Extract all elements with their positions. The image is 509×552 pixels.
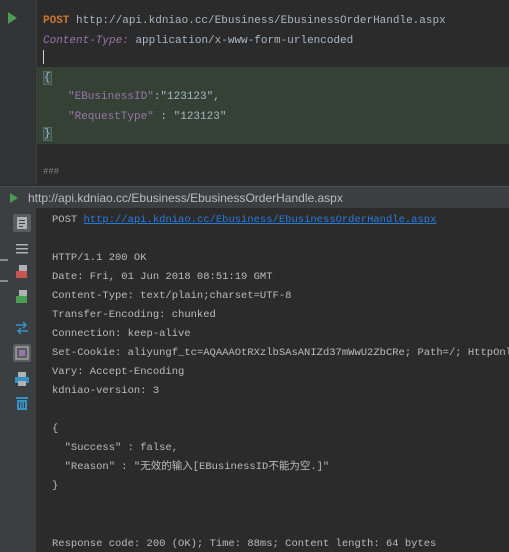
json-open-brace: { <box>43 71 52 85</box>
response-body-success: "Success" : false, <box>52 442 179 454</box>
request-line[interactable]: POST http://api.kdniao.cc/Ebusiness/Ebus… <box>43 14 446 28</box>
request-header-line[interactable]: Content-Type: application/x-www-form-url… <box>43 34 353 48</box>
response-header-kdniao-version: kdniao-version: 3 <box>52 385 160 397</box>
toggle-view-icon[interactable] <box>13 344 31 362</box>
header-value: application/x-www-form-urlencoded <box>135 35 354 47</box>
response-body-open: { <box>52 423 59 435</box>
response-body-close: } <box>52 480 59 492</box>
compare-icon[interactable] <box>13 319 31 337</box>
trash-icon[interactable] <box>13 394 31 412</box>
json-value: : "123123" <box>153 111 227 123</box>
response-header-transfer-encoding: Transfer-Encoding: chunked <box>52 309 216 321</box>
request-separator: ### <box>43 167 60 177</box>
json-line-requesttype[interactable]: "RequestType" : "123123" <box>68 110 226 124</box>
response-body-reason: "Reason" : "无效的输入[EBusinessID不能为空.]" <box>52 461 330 473</box>
text-file-icon[interactable] <box>13 287 31 305</box>
json-key: "EBusinessID" <box>68 91 154 103</box>
export-icon[interactable] <box>13 262 31 280</box>
console-post-label: POST <box>52 214 78 226</box>
run-window-title: http://api.kdniao.cc/Ebusiness/Ebusiness… <box>28 191 343 205</box>
request-url: http://api.kdniao.cc/Ebusiness/Ebusiness… <box>76 15 446 27</box>
run-window-header[interactable]: http://api.kdniao.cc/Ebusiness/Ebusiness… <box>0 186 509 209</box>
json-line-ebusinessid[interactable]: "EBusinessID":"123123", <box>68 90 220 104</box>
response-summary: Response code: 200 (OK); Time: 88ms; Con… <box>52 538 437 550</box>
header-name: Content-Type: <box>43 35 129 47</box>
response-header-content-type: Content-Type: text/plain;charset=UTF-8 <box>52 290 292 302</box>
editor-gutter <box>0 0 37 185</box>
print-icon[interactable] <box>13 370 31 388</box>
scroll-to-end-icon[interactable] <box>13 239 31 257</box>
console-request-link[interactable]: http://api.kdniao.cc/Ebusiness/Ebusiness… <box>84 214 437 226</box>
soft-wrap-icon[interactable] <box>13 214 31 232</box>
console-request-line: POST http://api.kdniao.cc/Ebusiness/Ebus… <box>52 214 436 227</box>
response-header-date: Date: Fri, 01 Jun 2018 08:51:19 GMT <box>52 271 273 283</box>
http-request-editor[interactable]: POST http://api.kdniao.cc/Ebusiness/Ebus… <box>0 0 509 185</box>
response-status-line: HTTP/1.1 200 OK <box>52 252 147 264</box>
response-header-vary: Vary: Accept-Encoding <box>52 366 185 378</box>
response-header-set-cookie: Set-Cookie: aliyungf_tc=AQAAAOtRXzlbSAsA… <box>52 347 509 359</box>
json-key: "RequestType" <box>68 111 154 123</box>
run-icon <box>10 193 18 203</box>
run-toolbar <box>0 208 37 552</box>
text-cursor <box>43 50 44 64</box>
json-close-brace: } <box>43 127 52 141</box>
run-request-icon[interactable] <box>8 12 17 24</box>
json-value: :"123123", <box>153 91 220 103</box>
response-header-connection: Connection: keep-alive <box>52 328 191 340</box>
gutter-marker <box>0 280 8 282</box>
gutter-marker <box>0 259 8 261</box>
request-method: POST <box>43 15 70 27</box>
request-body-highlight <box>36 67 509 144</box>
